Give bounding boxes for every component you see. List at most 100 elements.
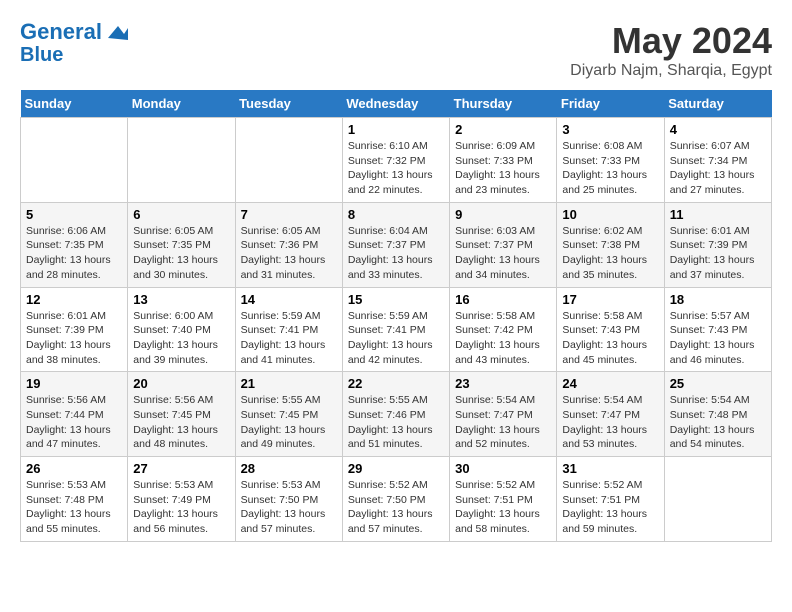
cell-info: Sunrise: 5:59 AM Sunset: 7:41 PM Dayligh…: [241, 309, 337, 368]
cell-info: Sunrise: 6:10 AM Sunset: 7:32 PM Dayligh…: [348, 139, 444, 198]
cell-info: Sunrise: 6:01 AM Sunset: 7:39 PM Dayligh…: [670, 224, 766, 283]
calendar-cell: 11 Sunrise: 6:01 AM Sunset: 7:39 PM Dayli…: [664, 202, 771, 287]
cell-info: Sunrise: 6:08 AM Sunset: 7:33 PM Dayligh…: [562, 139, 658, 198]
cell-info: Sunrise: 5:59 AM Sunset: 7:41 PM Dayligh…: [348, 309, 444, 368]
subtitle: Diyarb Najm, Sharqia, Egypt: [570, 62, 772, 80]
calendar-cell: 6 Sunrise: 6:05 AM Sunset: 7:35 PM Daylig…: [128, 202, 235, 287]
cell-date: 6: [133, 207, 229, 222]
day-header-saturday: Saturday: [664, 90, 771, 118]
day-header-thursday: Thursday: [450, 90, 557, 118]
calendar-cell: [21, 118, 128, 203]
calendar-cell: 10Sunrise: 6:02 AM Sunset: 7:38 PM Dayli…: [557, 202, 664, 287]
cell-date: 26: [26, 461, 122, 476]
cell-date: 1: [348, 122, 444, 137]
cell-info: Sunrise: 5:53 AM Sunset: 7:50 PM Dayligh…: [241, 478, 337, 537]
calendar-cell: [664, 457, 771, 542]
cell-date: 29: [348, 461, 444, 476]
cell-info: Sunrise: 5:54 AM Sunset: 7:48 PM Dayligh…: [670, 393, 766, 452]
week-row-1: 1 Sunrise: 6:10 AM Sunset: 7:32 PM Daylig…: [21, 118, 772, 203]
calendar-cell: 17 Sunrise: 5:58 AM Sunset: 7:43 PM Dayli…: [557, 287, 664, 372]
week-row-5: 26 Sunrise: 5:53 AM Sunset: 7:48 PM Dayli…: [21, 457, 772, 542]
cell-info: Sunrise: 5:55 AM Sunset: 7:45 PM Dayligh…: [241, 393, 337, 452]
cell-date: 14: [241, 292, 337, 307]
cell-date: 8: [348, 207, 444, 222]
cell-info: Sunrise: 6:07 AM Sunset: 7:34 PM Dayligh…: [670, 139, 766, 198]
calendar-cell: 12 Sunrise: 6:01 AM Sunset: 7:39 PM Dayli…: [21, 287, 128, 372]
week-row-3: 12 Sunrise: 6:01 AM Sunset: 7:39 PM Dayli…: [21, 287, 772, 372]
cell-date: 4: [670, 122, 766, 137]
day-header-sunday: Sunday: [21, 90, 128, 118]
day-header-wednesday: Wednesday: [342, 90, 449, 118]
calendar-cell: 14 Sunrise: 5:59 AM Sunset: 7:41 PM Dayli…: [235, 287, 342, 372]
week-row-4: 19 Sunrise: 5:56 AM Sunset: 7:44 PM Dayli…: [21, 372, 772, 457]
calendar-cell: 4 Sunrise: 6:07 AM Sunset: 7:34 PM Daylig…: [664, 118, 771, 203]
calendar-cell: 15 Sunrise: 5:59 AM Sunset: 7:41 PM Dayli…: [342, 287, 449, 372]
cell-info: Sunrise: 6:05 AM Sunset: 7:36 PM Dayligh…: [241, 224, 337, 283]
cell-date: 18: [670, 292, 766, 307]
cell-info: Sunrise: 5:58 AM Sunset: 7:43 PM Dayligh…: [562, 309, 658, 368]
cell-date: 19: [26, 376, 122, 391]
calendar-cell: 16Sunrise: 5:58 AM Sunset: 7:42 PM Dayli…: [450, 287, 557, 372]
calendar-cell: 3Sunrise: 6:08 AM Sunset: 7:33 PM Daylig…: [557, 118, 664, 203]
cell-date: 11: [670, 207, 766, 222]
calendar-cell: 13Sunrise: 6:00 AM Sunset: 7:40 PM Dayli…: [128, 287, 235, 372]
calendar-table: SundayMondayTuesdayWednesdayThursdayFrid…: [20, 90, 772, 542]
cell-info: Sunrise: 5:55 AM Sunset: 7:46 PM Dayligh…: [348, 393, 444, 452]
cell-date: 15: [348, 292, 444, 307]
calendar-cell: 25 Sunrise: 5:54 AM Sunset: 7:48 PM Dayli…: [664, 372, 771, 457]
cell-date: 31: [562, 461, 658, 476]
cell-info: Sunrise: 5:57 AM Sunset: 7:43 PM Dayligh…: [670, 309, 766, 368]
calendar-cell: 1 Sunrise: 6:10 AM Sunset: 7:32 PM Daylig…: [342, 118, 449, 203]
logo-text: General: [20, 20, 102, 44]
cell-info: Sunrise: 6:04 AM Sunset: 7:37 PM Dayligh…: [348, 224, 444, 283]
cell-date: 28: [241, 461, 337, 476]
calendar-cell: 18 Sunrise: 5:57 AM Sunset: 7:43 PM Dayli…: [664, 287, 771, 372]
cell-date: 12: [26, 292, 122, 307]
calendar-cell: 29Sunrise: 5:52 AM Sunset: 7:50 PM Dayli…: [342, 457, 449, 542]
cell-date: 9: [455, 207, 551, 222]
days-header-row: SundayMondayTuesdayWednesdayThursdayFrid…: [21, 90, 772, 118]
calendar-cell: 7Sunrise: 6:05 AM Sunset: 7:36 PM Daylig…: [235, 202, 342, 287]
cell-date: 17: [562, 292, 658, 307]
cell-info: Sunrise: 5:52 AM Sunset: 7:51 PM Dayligh…: [455, 478, 551, 537]
cell-date: 21: [241, 376, 337, 391]
calendar-cell: 28 Sunrise: 5:53 AM Sunset: 7:50 PM Dayli…: [235, 457, 342, 542]
title-section: May 2024 Diyarb Najm, Sharqia, Egypt: [570, 20, 772, 80]
logo: General Blue: [20, 20, 128, 66]
calendar-cell: 30 Sunrise: 5:52 AM Sunset: 7:51 PM Dayli…: [450, 457, 557, 542]
cell-info: Sunrise: 6:05 AM Sunset: 7:35 PM Dayligh…: [133, 224, 229, 283]
day-header-monday: Monday: [128, 90, 235, 118]
calendar-cell: 9Sunrise: 6:03 AM Sunset: 7:37 PM Daylig…: [450, 202, 557, 287]
cell-date: 25: [670, 376, 766, 391]
cell-info: Sunrise: 5:56 AM Sunset: 7:45 PM Dayligh…: [133, 393, 229, 452]
page-header: General Blue May 2024 Diyarb Najm, Sharq…: [20, 20, 772, 80]
cell-info: Sunrise: 6:02 AM Sunset: 7:38 PM Dayligh…: [562, 224, 658, 283]
cell-info: Sunrise: 5:53 AM Sunset: 7:48 PM Dayligh…: [26, 478, 122, 537]
calendar-cell: 22 Sunrise: 5:55 AM Sunset: 7:46 PM Dayli…: [342, 372, 449, 457]
calendar-cell: 8 Sunrise: 6:04 AM Sunset: 7:37 PM Daylig…: [342, 202, 449, 287]
cell-date: 20: [133, 376, 229, 391]
calendar-cell: 2Sunrise: 6:09 AM Sunset: 7:33 PM Daylig…: [450, 118, 557, 203]
cell-info: Sunrise: 5:52 AM Sunset: 7:51 PM Dayligh…: [562, 478, 658, 537]
cell-date: 24: [562, 376, 658, 391]
cell-date: 13: [133, 292, 229, 307]
calendar-cell: [235, 118, 342, 203]
cell-info: Sunrise: 5:54 AM Sunset: 7:47 PM Dayligh…: [455, 393, 551, 452]
logo-icon: [104, 20, 128, 44]
calendar-cell: 31 Sunrise: 5:52 AM Sunset: 7:51 PM Dayli…: [557, 457, 664, 542]
cell-info: Sunrise: 5:58 AM Sunset: 7:42 PM Dayligh…: [455, 309, 551, 368]
cell-date: 23: [455, 376, 551, 391]
cell-info: Sunrise: 6:01 AM Sunset: 7:39 PM Dayligh…: [26, 309, 122, 368]
cell-date: 30: [455, 461, 551, 476]
cell-date: 27: [133, 461, 229, 476]
calendar-cell: 5Sunrise: 6:06 AM Sunset: 7:35 PM Daylig…: [21, 202, 128, 287]
calendar-cell: 20 Sunrise: 5:56 AM Sunset: 7:45 PM Dayli…: [128, 372, 235, 457]
main-title: May 2024: [570, 20, 772, 62]
calendar-cell: 26 Sunrise: 5:53 AM Sunset: 7:48 PM Dayli…: [21, 457, 128, 542]
cell-date: 22: [348, 376, 444, 391]
cell-info: Sunrise: 5:56 AM Sunset: 7:44 PM Dayligh…: [26, 393, 122, 452]
calendar-body: 1 Sunrise: 6:10 AM Sunset: 7:32 PM Daylig…: [21, 118, 772, 542]
calendar-cell: 27Sunrise: 5:53 AM Sunset: 7:49 PM Dayli…: [128, 457, 235, 542]
cell-info: Sunrise: 6:06 AM Sunset: 7:35 PM Dayligh…: [26, 224, 122, 283]
cell-info: Sunrise: 6:09 AM Sunset: 7:33 PM Dayligh…: [455, 139, 551, 198]
